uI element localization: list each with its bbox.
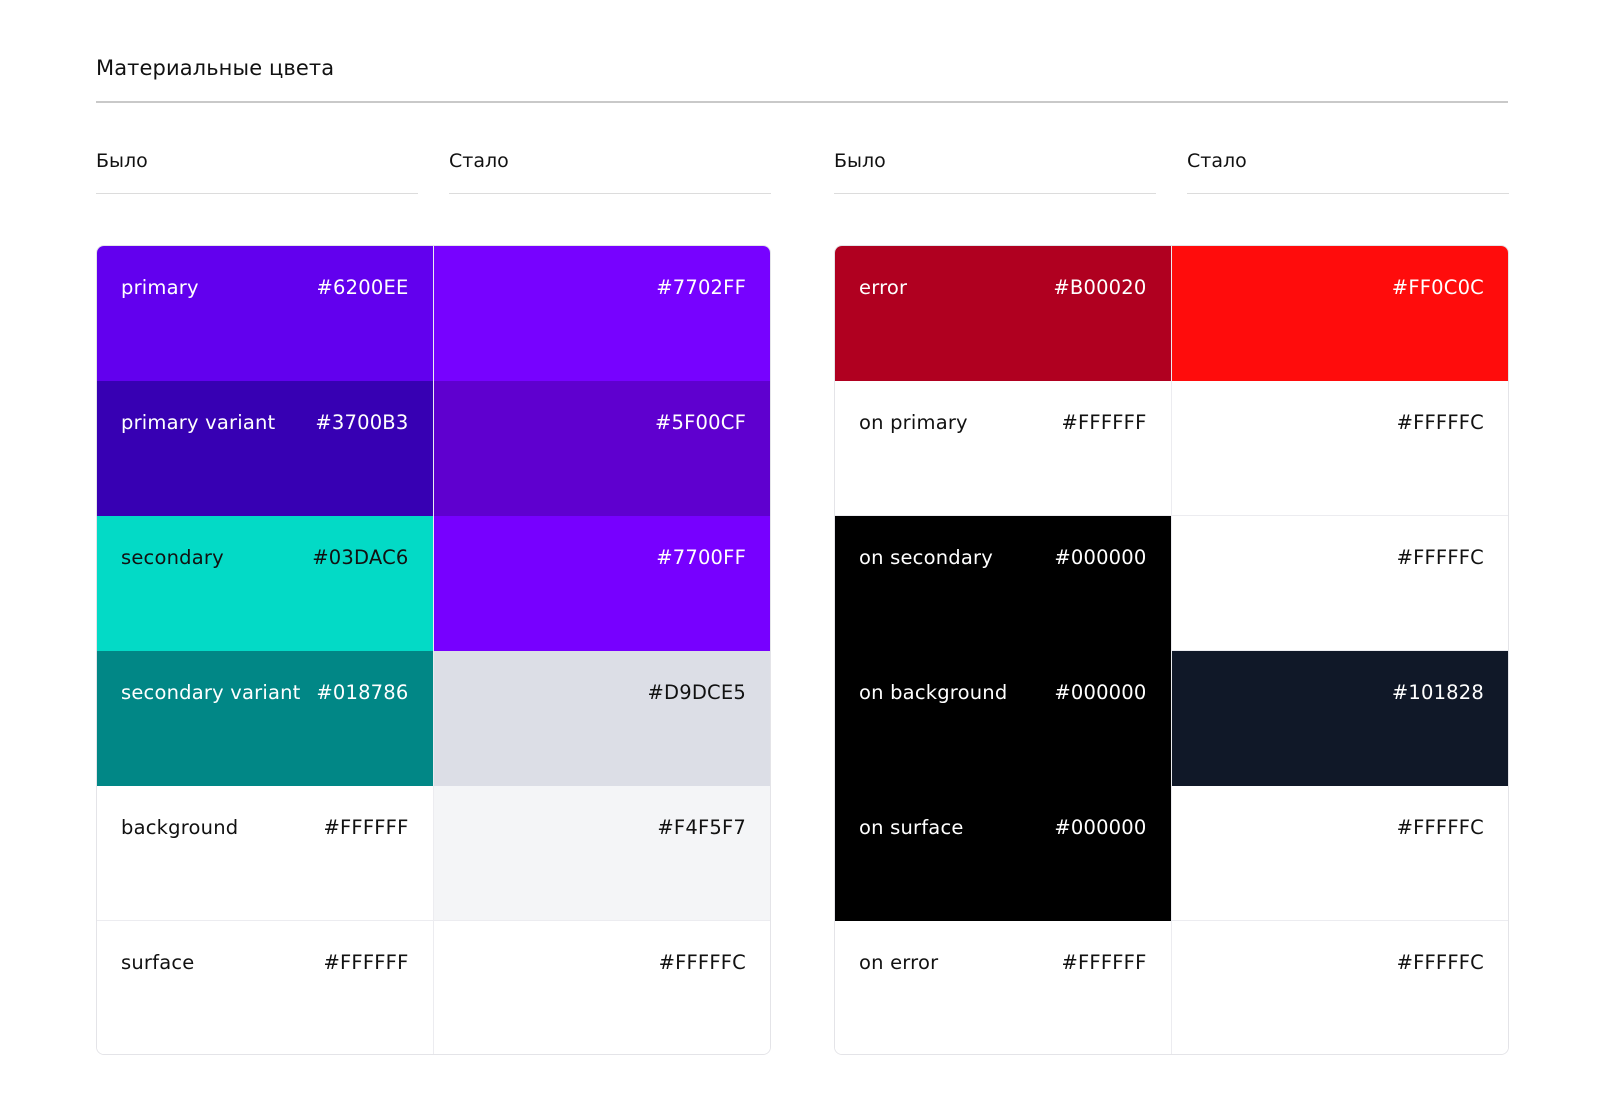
- new-hex-value: #101828: [1391, 681, 1484, 704]
- new-color-swatch: #101828: [1171, 651, 1508, 786]
- new-color-swatch: #7702FF: [433, 246, 770, 381]
- color-row: surface #FFFFFF #FFFFFC: [97, 921, 770, 1054]
- new-color-swatch: #F4F5F7: [433, 786, 770, 921]
- new-hex-value: #FFFFFC: [1396, 411, 1484, 434]
- right-new-header-divider: [1187, 193, 1509, 194]
- new-hex-value: #5F00CF: [654, 411, 746, 434]
- color-row: on secondary #000000 #FFFFFC: [835, 516, 1508, 651]
- color-role-name: error: [859, 276, 908, 299]
- new-color-swatch: #FFFFFC: [1171, 381, 1508, 516]
- color-role-name: secondary variant: [121, 681, 301, 704]
- old-color-swatch: on error #FFFFFF: [835, 921, 1172, 1054]
- old-hex-value: #6200EE: [316, 276, 409, 299]
- new-hex-value: #FFFFFC: [658, 951, 746, 974]
- color-role-name: on secondary: [859, 546, 993, 569]
- right-palette-table: error #B00020 #FF0C0C on primary #FFFFFF #FFF…: [834, 245, 1509, 1055]
- left-old-header: Было: [96, 150, 148, 172]
- old-color-swatch: background #FFFFFF: [97, 786, 434, 921]
- color-role-name: background: [121, 816, 239, 839]
- color-row: secondary #03DAC6 #7700FF: [97, 516, 770, 651]
- new-color-swatch: #FFFFFC: [1171, 516, 1508, 651]
- color-row: background #FFFFFF #F4F5F7: [97, 786, 770, 921]
- color-row: primary variant #3700B3 #5F00CF: [97, 381, 770, 516]
- color-row: on error #FFFFFF #FFFFFC: [835, 921, 1508, 1054]
- new-hex-value: #7702FF: [656, 276, 746, 299]
- old-color-swatch: on secondary #000000: [835, 516, 1172, 651]
- old-color-swatch: primary #6200EE: [97, 246, 434, 381]
- new-hex-value: #FF0C0C: [1391, 276, 1484, 299]
- color-role-name: surface: [121, 951, 195, 974]
- old-hex-value: #B00020: [1053, 276, 1147, 299]
- color-row: on background #000000 #101828: [835, 651, 1508, 786]
- new-hex-value: #FFFFFC: [1396, 951, 1484, 974]
- new-color-swatch: #FF0C0C: [1171, 246, 1508, 381]
- page-title: Материальные цвета: [96, 56, 335, 80]
- old-hex-value: #000000: [1054, 681, 1147, 704]
- color-role-name: on background: [859, 681, 1008, 704]
- new-hex-value: #FFFFFC: [1396, 546, 1484, 569]
- color-row: primary #6200EE #7702FF: [97, 246, 770, 381]
- old-color-swatch: primary variant #3700B3: [97, 381, 434, 516]
- title-divider: [96, 101, 1508, 103]
- old-hex-value: #FFFFFF: [1061, 951, 1147, 974]
- old-hex-value: #000000: [1054, 816, 1147, 839]
- left-new-header-divider: [449, 193, 771, 194]
- old-hex-value: #FFFFFF: [323, 951, 409, 974]
- old-color-swatch: secondary variant #018786: [97, 651, 434, 786]
- old-color-swatch: on background #000000: [835, 651, 1172, 786]
- new-hex-value: #FFFFFC: [1396, 816, 1484, 839]
- right-new-header: Стало: [1187, 150, 1247, 172]
- old-hex-value: #3700B3: [315, 411, 409, 434]
- color-role-name: primary variant: [121, 411, 276, 434]
- old-color-swatch: on primary #FFFFFF: [835, 381, 1172, 516]
- new-hex-value: #7700FF: [656, 546, 746, 569]
- left-old-header-divider: [96, 193, 418, 194]
- color-role-name: primary: [121, 276, 199, 299]
- old-color-swatch: secondary #03DAC6: [97, 516, 434, 651]
- color-role-name: on error: [859, 951, 939, 974]
- color-row: error #B00020 #FF0C0C: [835, 246, 1508, 381]
- new-color-swatch: #FFFFFC: [433, 921, 770, 1054]
- old-color-swatch: error #B00020: [835, 246, 1172, 381]
- color-role-name: on surface: [859, 816, 964, 839]
- color-row: on primary #FFFFFF #FFFFFC: [835, 381, 1508, 516]
- new-hex-value: #D9DCE5: [647, 681, 746, 704]
- old-hex-value: #018786: [316, 681, 409, 704]
- color-row: on surface #000000 #FFFFFC: [835, 786, 1508, 921]
- left-palette-table: primary #6200EE #7702FF primary variant #370…: [96, 245, 771, 1055]
- left-new-header: Стало: [449, 150, 509, 172]
- old-hex-value: #FFFFFF: [1061, 411, 1147, 434]
- right-old-header: Было: [834, 150, 886, 172]
- old-hex-value: #FFFFFF: [323, 816, 409, 839]
- new-color-swatch: #D9DCE5: [433, 651, 770, 786]
- old-hex-value: #03DAC6: [312, 546, 409, 569]
- color-row: secondary variant #018786 #D9DCE5: [97, 651, 770, 786]
- right-old-header-divider: [834, 193, 1156, 194]
- old-color-swatch: surface #FFFFFF: [97, 921, 434, 1054]
- new-color-swatch: #FFFFFC: [1171, 786, 1508, 921]
- new-color-swatch: #7700FF: [433, 516, 770, 651]
- color-role-name: secondary: [121, 546, 224, 569]
- new-color-swatch: #FFFFFC: [1171, 921, 1508, 1054]
- new-hex-value: #F4F5F7: [657, 816, 746, 839]
- old-hex-value: #000000: [1054, 546, 1147, 569]
- new-color-swatch: #5F00CF: [433, 381, 770, 516]
- old-color-swatch: on surface #000000: [835, 786, 1172, 921]
- color-role-name: on primary: [859, 411, 968, 434]
